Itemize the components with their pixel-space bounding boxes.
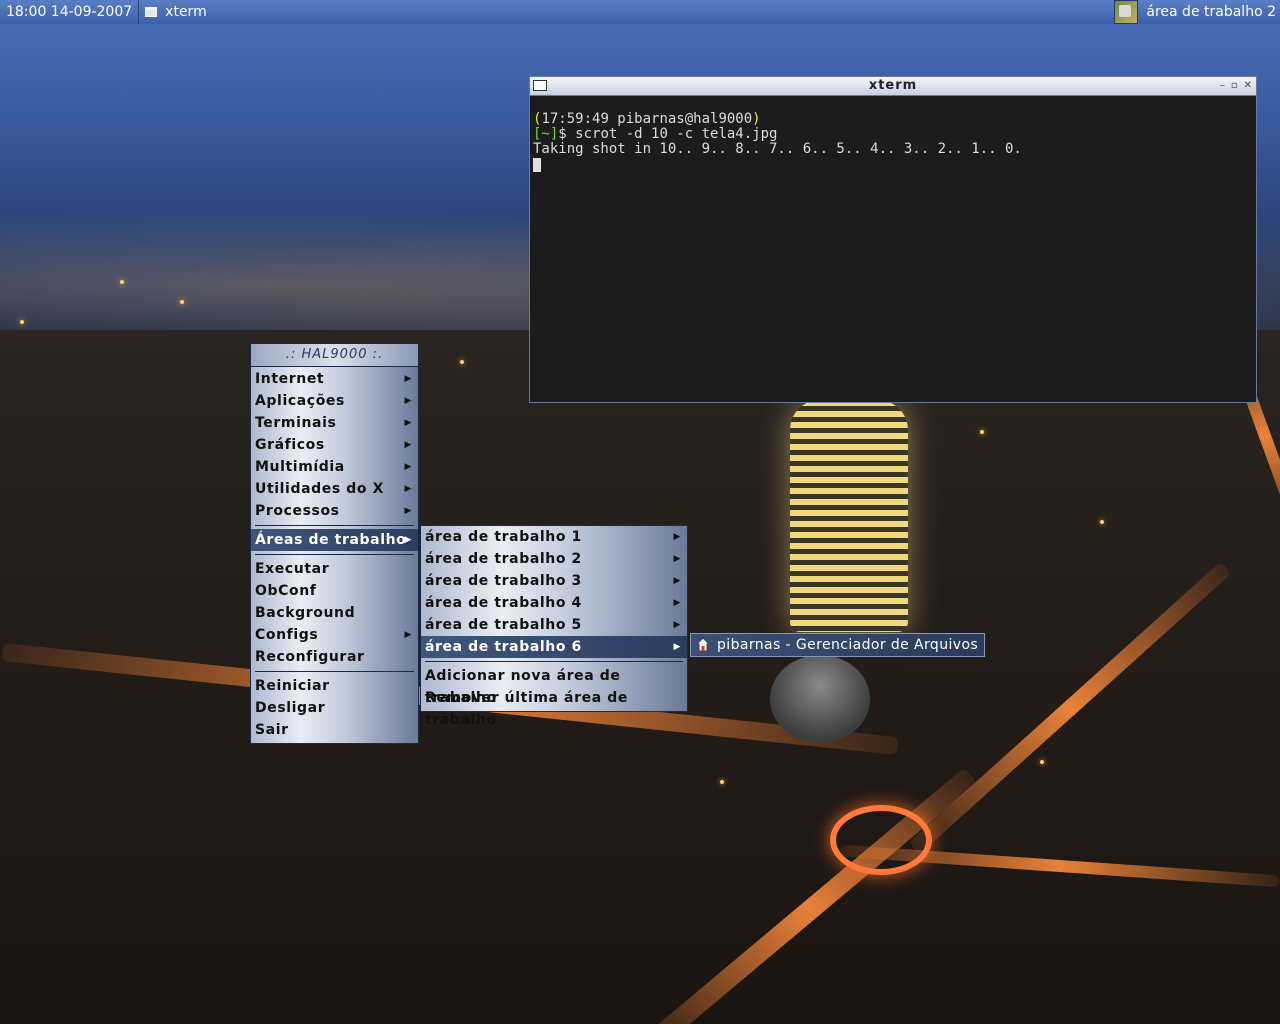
city-light — [460, 360, 464, 364]
chevron-right-icon: ▶ — [673, 532, 681, 542]
menu-separator — [421, 658, 687, 665]
menu-item-reconfigurar[interactable]: Reconfigurar — [251, 646, 418, 668]
city-light — [1100, 520, 1104, 524]
prompt-paren: ) — [752, 111, 761, 127]
menu-separator — [251, 551, 418, 558]
menu-title: .: HAL9000 :. — [251, 344, 418, 367]
menu-item-desktop-3[interactable]: área de trabalho 3 ▶ — [421, 570, 687, 592]
menu-item-desligar[interactable]: Desligar — [251, 697, 418, 719]
chevron-right-icon: ▶ — [404, 535, 412, 545]
menu-item-utilidades[interactable]: Utilidades do X ▶ — [251, 478, 418, 500]
terminal-output[interactable]: (17:59:49 pibarnas@hal9000) [~]$ scrot -… — [530, 96, 1256, 172]
city-light — [120, 280, 124, 284]
menu-item-desktop-1[interactable]: área de trabalho 1 ▶ — [421, 526, 687, 548]
menu-item-multimidia[interactable]: Multimídia ▶ — [251, 456, 418, 478]
window-icon — [145, 7, 158, 17]
menu-item-sair[interactable]: Sair — [251, 719, 418, 741]
terminal-cursor — [533, 158, 541, 172]
close-button[interactable]: ✕ — [1244, 77, 1252, 95]
menu-item-terminais[interactable]: Terminais ▶ — [251, 412, 418, 434]
menu-item-desktop-2[interactable]: área de trabalho 2 ▶ — [421, 548, 687, 570]
chevron-right-icon: ▶ — [404, 462, 412, 472]
menu-item-internet[interactable]: Internet ▶ — [251, 368, 418, 390]
taskbar-item-xterm[interactable]: xterm — [139, 0, 207, 24]
chevron-right-icon: ▶ — [673, 642, 681, 652]
home-folder-icon — [696, 637, 710, 652]
chevron-right-icon: ▶ — [673, 554, 681, 564]
chevron-right-icon: ▶ — [673, 620, 681, 630]
window-title: xterm — [868, 78, 918, 93]
city-light — [1040, 760, 1044, 764]
xterm-window[interactable]: xterm – ▫ ✕ (17:59:49 pibarnas@hal9000) … — [529, 76, 1257, 403]
menu-item-background[interactable]: Background — [251, 602, 418, 624]
top-panel: 18:00 14-09-2007 xterm área de trabalho … — [0, 0, 1280, 24]
menu-item-desktop-6[interactable]: área de trabalho 6 ▶ — [421, 636, 687, 658]
menu-item-graficos[interactable]: Gráficos ▶ — [251, 434, 418, 456]
museum-bowl — [770, 655, 870, 743]
chevron-right-icon: ▶ — [404, 630, 412, 640]
menu-item-obconf[interactable]: ObConf — [251, 580, 418, 602]
desktop-switcher[interactable]: área de trabalho 2 — [1114, 0, 1280, 24]
roundabout — [830, 805, 932, 875]
desktop-pager-icon — [1114, 0, 1139, 24]
menu-separator — [251, 522, 418, 529]
root-menu: .: HAL9000 :. Internet ▶ Aplicações ▶ Term… — [250, 343, 419, 744]
chevron-right-icon: ▶ — [404, 440, 412, 450]
prompt-info: 17:59:49 pibarnas@hal9000 — [541, 111, 753, 127]
remove-desktop-item[interactable]: Remover última área de trabalho — [421, 687, 687, 728]
desktop-label: área de trabalho 2 — [1146, 4, 1276, 20]
maximize-button[interactable]: ▫ — [1231, 77, 1238, 95]
command-line: $ scrot -d 10 -c tela4.jpg — [558, 126, 778, 142]
tower-building — [790, 400, 908, 632]
add-desktop-item[interactable]: Adicionar nova área de trabalho — [421, 665, 687, 706]
window-titlebar[interactable]: xterm – ▫ ✕ — [530, 77, 1256, 96]
output-line: Taking shot in 10.. 9.. 8.. 7.. 6.. 5.. … — [533, 141, 1022, 157]
city-light — [980, 430, 984, 434]
city-light — [180, 300, 184, 304]
menu-item-desktop-5[interactable]: área de trabalho 5 ▶ — [421, 614, 687, 636]
chevron-right-icon: ▶ — [673, 598, 681, 608]
prompt-dir: [~] — [533, 126, 559, 142]
chevron-right-icon: ▶ — [404, 484, 412, 494]
menu-item-desktop-4[interactable]: área de trabalho 4 ▶ — [421, 592, 687, 614]
menu-separator — [251, 668, 418, 675]
city-light — [20, 320, 24, 324]
chevron-right-icon: ▶ — [673, 576, 681, 586]
chevron-right-icon: ▶ — [404, 506, 412, 516]
city-light — [720, 780, 724, 784]
chevron-right-icon: ▶ — [404, 418, 412, 428]
menu-item-processos[interactable]: Processos ▶ — [251, 500, 418, 522]
menu-item-executar[interactable]: Executar — [251, 558, 418, 580]
menu-item-areas-de-trabalho[interactable]: Áreas de trabalho ▶ — [251, 529, 418, 551]
chevron-right-icon: ▶ — [404, 396, 412, 406]
desktops-submenu: área de trabalho 1 ▶ área de trabalho 2 ▶ … — [420, 525, 688, 728]
menu-item-reiniciar[interactable]: Reiniciar — [251, 675, 418, 697]
chevron-right-icon: ▶ — [404, 374, 412, 384]
menu-item-configs[interactable]: Configs ▶ — [251, 624, 418, 646]
minimize-button[interactable]: – — [1220, 77, 1225, 95]
menu-item-aplicacoes[interactable]: Aplicações ▶ — [251, 390, 418, 412]
window-list-item[interactable]: pibarnas - Gerenciador de Arquivos — [690, 633, 986, 657]
clock[interactable]: 18:00 14-09-2007 — [0, 0, 140, 24]
window-list-label: pibarnas - Gerenciador de Arquivos — [717, 637, 979, 653]
taskbar-item-label: xterm — [165, 4, 207, 20]
